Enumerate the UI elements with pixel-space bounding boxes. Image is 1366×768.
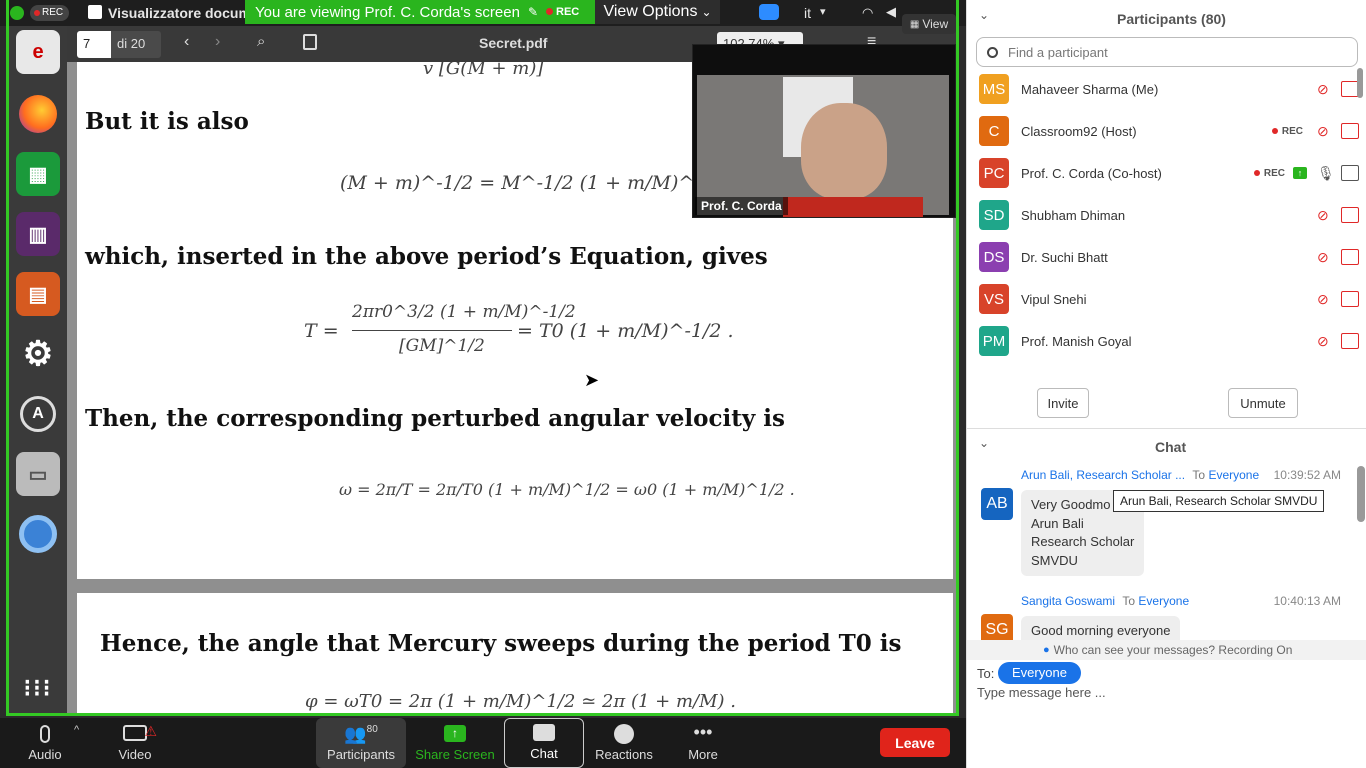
microphone-muted-icon: ⊘ [1317, 291, 1329, 307]
participant-scrollbar[interactable] [1357, 68, 1363, 98]
chevron-up-icon[interactable]: ^ [74, 724, 79, 736]
microphone-muted-icon: ⊘ [1317, 123, 1329, 139]
participant-row[interactable]: MS Mahaveer Sharma (Me) ⊘ [979, 72, 1359, 106]
microphone-icon [40, 725, 50, 743]
chat-time: 10:39:52 AM [1273, 468, 1341, 482]
reactions-button[interactable]: Reactions [592, 718, 656, 768]
camera-icon [1341, 165, 1359, 181]
recording-badge: REC [1271, 126, 1303, 137]
camera-off-icon [1341, 291, 1359, 307]
chat-button[interactable]: Chat [504, 718, 584, 768]
sharing-icon: ↑ [1293, 167, 1307, 179]
screen: REC Visualizzatore docum it ▾ ◠ ◀ e ▦ ▥ … [0, 0, 1366, 768]
avatar: SD [979, 200, 1009, 230]
person-icon: ● [1043, 644, 1050, 656]
to-label: To: [977, 666, 995, 681]
avatar: C [979, 116, 1009, 146]
participant-row[interactable]: PM Prof. Manish Goyal ⊘ [979, 324, 1359, 358]
participant-name: Shubham Dhiman [1021, 207, 1126, 223]
participant-row[interactable]: PC Prof. C. Corda (Co-host) REC ↑ 🎙 [979, 156, 1359, 190]
invite-button[interactable]: Invite [1037, 388, 1089, 418]
participant-row[interactable]: DS Dr. Suchi Bhatt ⊘ [979, 240, 1359, 274]
chat-message-header: Sangita Goswami To Everyone 10:40:13 AM [1021, 594, 1341, 608]
participant-row[interactable]: SD Shubham Dhiman ⊘ [979, 198, 1359, 232]
participant-name: Classroom92 (Host) [1021, 123, 1137, 139]
audio-button[interactable]: Audio [20, 718, 70, 768]
avatar: PM [979, 326, 1009, 356]
chat-tooltip: Arun Bali, Research Scholar SMVDU [1113, 490, 1325, 512]
participant-name: Prof. Manish Goyal [1021, 333, 1132, 349]
avatar: AB [981, 488, 1013, 520]
audio-label: Audio [28, 747, 62, 762]
microphone-muted-icon: ⊘ [1317, 249, 1329, 265]
unmute-button[interactable]: Unmute [1228, 388, 1298, 418]
chat-scrollbar[interactable] [1357, 466, 1365, 522]
chat-to-label: To [1192, 468, 1206, 482]
participants-button[interactable]: 👥80 Participants [316, 718, 406, 768]
participant-row[interactable]: C Classroom92 (Host) REC ⊘ [979, 114, 1359, 148]
participant-row[interactable]: VS Vipul Snehi ⊘ [979, 282, 1359, 316]
camera-off-icon [1341, 333, 1359, 349]
chat-label: Chat [530, 746, 558, 761]
avatar: DS [979, 242, 1009, 272]
chat-message-header: Arun Bali, Research Scholar ... To Every… [1021, 468, 1341, 482]
participant-name: Mahaveer Sharma (Me) [1021, 81, 1159, 97]
collapse-chat-icon[interactable]: ⌄ [979, 436, 989, 450]
chat-title: Chat [1155, 439, 1187, 455]
chat-line: Research Scholar [1031, 534, 1135, 549]
leave-button[interactable]: Leave [880, 728, 950, 757]
participant-search-placeholder: Find a participant [1008, 44, 1108, 60]
reactions-label: Reactions [595, 747, 653, 762]
chat-line: SMVDU [1031, 552, 1078, 568]
chat-time: 10:40:13 AM [1273, 594, 1341, 608]
more-label: More [688, 747, 718, 762]
visibility-text: Who can see your messages? Recording On [1053, 643, 1293, 657]
chat-line: Arun Bali [1031, 515, 1084, 531]
chat-line: Good morning everyone [1031, 623, 1171, 638]
panel-divider [967, 428, 1366, 429]
meeting-toolbar: Audio ^ ⚠ Video 👥80 Participants ↑ Share… [0, 718, 966, 768]
participants-icon: 👥80 [344, 724, 378, 744]
camera-off-icon [1341, 123, 1359, 139]
side-panel: ⌄ Participants (80) Find a participant M… [966, 0, 1366, 768]
reactions-icon [614, 724, 634, 744]
share-screen-label: Share Screen [415, 747, 495, 762]
microphone-icon: 🎙 [1317, 165, 1335, 181]
camera-off-icon [1341, 207, 1359, 223]
camera-off-icon [1341, 249, 1359, 265]
share-screen-button[interactable]: ↑ Share Screen [415, 718, 495, 768]
recording-badge: REC [1253, 168, 1285, 179]
collapse-participants-icon[interactable]: ⌄ [979, 8, 989, 22]
avatar: MS [979, 74, 1009, 104]
chat-message-input[interactable]: Type message here ... [977, 685, 1357, 725]
chat-icon [533, 724, 555, 741]
chat-sender[interactable]: Sangita Goswami [1021, 594, 1115, 608]
microphone-muted-icon: ⊘ [1317, 207, 1329, 223]
participants-label: Participants [327, 747, 395, 762]
search-icon [987, 46, 998, 58]
participant-search[interactable]: Find a participant [976, 37, 1358, 67]
video-label: Video [118, 747, 152, 762]
participant-name: Vipul Snehi [1021, 291, 1087, 307]
visibility-bar[interactable]: ● Who can see your messages? Recording O… [967, 640, 1366, 660]
participant-name: Dr. Suchi Bhatt [1021, 249, 1108, 265]
avatar: PC [979, 158, 1009, 188]
microphone-muted-icon: ⊘ [1317, 333, 1329, 349]
video-button[interactable]: ⚠ Video [108, 718, 162, 768]
avatar: VS [979, 284, 1009, 314]
share-screen-icon: ↑ [444, 725, 466, 742]
participants-title: Participants (80) [1117, 11, 1226, 27]
camera-icon: ⚠ [123, 723, 157, 741]
chat-recipient: Everyone [1208, 468, 1260, 482]
more-button[interactable]: ••• More [683, 718, 723, 768]
chat-to-label: To [1122, 594, 1136, 608]
share-border [6, 0, 959, 716]
more-icon: ••• [693, 722, 713, 742]
recipient-select[interactable]: Everyone [998, 662, 1081, 684]
microphone-muted-icon: ⊘ [1317, 81, 1329, 97]
shared-screen: REC Visualizzatore docum it ▾ ◠ ◀ e ▦ ▥ … [0, 0, 966, 718]
participant-name: Prof. C. Corda (Co-host) [1021, 165, 1162, 181]
chat-recipient: Everyone [1138, 594, 1190, 608]
chat-sender[interactable]: Arun Bali, Research Scholar ... [1021, 468, 1185, 482]
